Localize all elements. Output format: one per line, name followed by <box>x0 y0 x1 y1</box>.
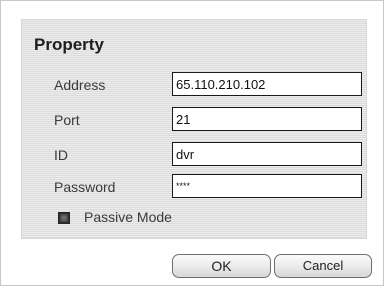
property-dialog: Property Address Port ID Password Passiv… <box>0 0 384 286</box>
id-field[interactable] <box>172 142 362 166</box>
password-label: Password <box>54 179 116 195</box>
address-label: Address <box>54 77 106 93</box>
ok-button[interactable]: OK <box>172 254 271 278</box>
passive-mode-label: Passive Mode <box>84 209 172 225</box>
cancel-button[interactable]: Cancel <box>274 254 372 278</box>
password-field[interactable] <box>172 174 362 198</box>
port-field[interactable] <box>172 107 362 131</box>
port-label: Port <box>54 112 80 128</box>
passive-mode-checkbox[interactable] <box>58 212 70 224</box>
dialog-title: Property <box>34 35 104 54</box>
property-panel: Property Address Port ID Password Passiv… <box>21 19 367 239</box>
id-label: ID <box>54 147 68 163</box>
address-field[interactable] <box>172 72 362 96</box>
